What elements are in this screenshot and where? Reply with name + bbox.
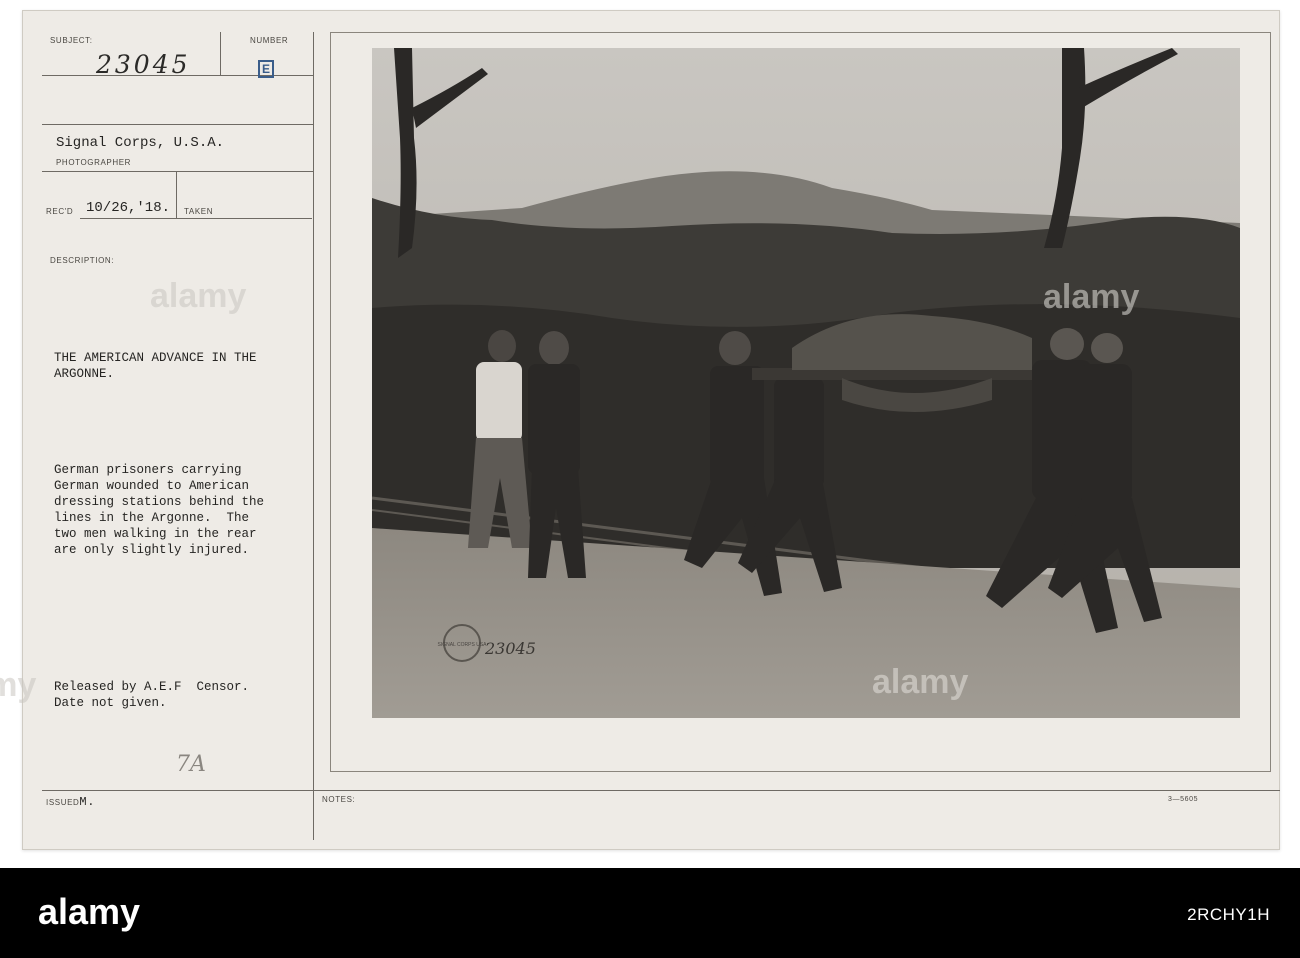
- watermark-photo-top: alamy: [1043, 278, 1153, 323]
- description-line-3: dressing stations behind the: [54, 495, 265, 509]
- notes-label: NOTES:: [322, 795, 356, 804]
- title-line-1: THE AMERICAN ADVANCE IN THE: [54, 351, 257, 365]
- release-line-2: Date not given.: [54, 696, 167, 710]
- issued-label-text: ISSUED: [46, 798, 80, 807]
- photographer-rule: [42, 171, 314, 172]
- watermark-left-bottom: alamy: [0, 666, 60, 711]
- taken-divider: [176, 171, 177, 218]
- description-line-4: lines in the Argonne. The: [54, 511, 250, 525]
- watermark-photo-top-text: alamy: [1043, 278, 1139, 316]
- photograph: SIGNAL CORPS USA 23045: [372, 48, 1240, 718]
- description-line-5: two men walking in the rear: [54, 527, 257, 541]
- form-code: 3—5605: [1168, 796, 1199, 803]
- watermark-photo-bottom-text: alamy: [872, 663, 968, 701]
- censor-stamp-number: 23045: [484, 639, 536, 658]
- footer-logo-text: alamy: [38, 894, 140, 932]
- issued-label: ISSUEDM.: [46, 795, 95, 809]
- footer-image-id: 2RCHY1H: [1187, 905, 1270, 924]
- number-stamp: E: [258, 60, 274, 78]
- subject-label: SUBJECT:: [50, 36, 93, 45]
- recd-underline: [80, 218, 312, 219]
- subject-number-divider: [220, 32, 221, 75]
- description-line-1: German prisoners carrying: [54, 463, 242, 477]
- watermark-left-bottom-text: alamy: [0, 666, 36, 704]
- watermark-left-text: alamy: [150, 277, 246, 315]
- bottom-rule: [42, 790, 1280, 791]
- issued-value: M.: [79, 795, 95, 809]
- release-line-1: Released by A.E.F Censor.: [54, 680, 250, 694]
- recd-label: REC'D: [46, 207, 74, 216]
- footer-logo: alamy: [38, 894, 186, 932]
- watermark-photo-bottom: alamy: [872, 663, 982, 708]
- description-line-2: German wounded to American: [54, 479, 250, 493]
- left-panel-divider: [313, 32, 314, 840]
- photographer-name: Signal Corps, U.S.A.: [56, 135, 225, 151]
- photographer-label: PHOTOGRAPHER: [56, 158, 132, 167]
- taken-label: TAKEN: [184, 207, 214, 216]
- watermark-left: alamy: [150, 277, 260, 322]
- censor-stamp-text: SIGNAL CORPS USA: [438, 642, 488, 648]
- margin-note: 7A: [176, 752, 206, 777]
- number-label: NUMBER: [250, 36, 289, 45]
- recd-date: 10/26,'18.: [86, 200, 171, 216]
- subject-number: 23045: [96, 50, 191, 79]
- title-line-2: ARGONNE.: [54, 367, 115, 381]
- description-line-6: are only slightly injured.: [54, 543, 250, 557]
- description-label: DESCRIPTION:: [50, 256, 115, 265]
- header-rule: [42, 124, 314, 125]
